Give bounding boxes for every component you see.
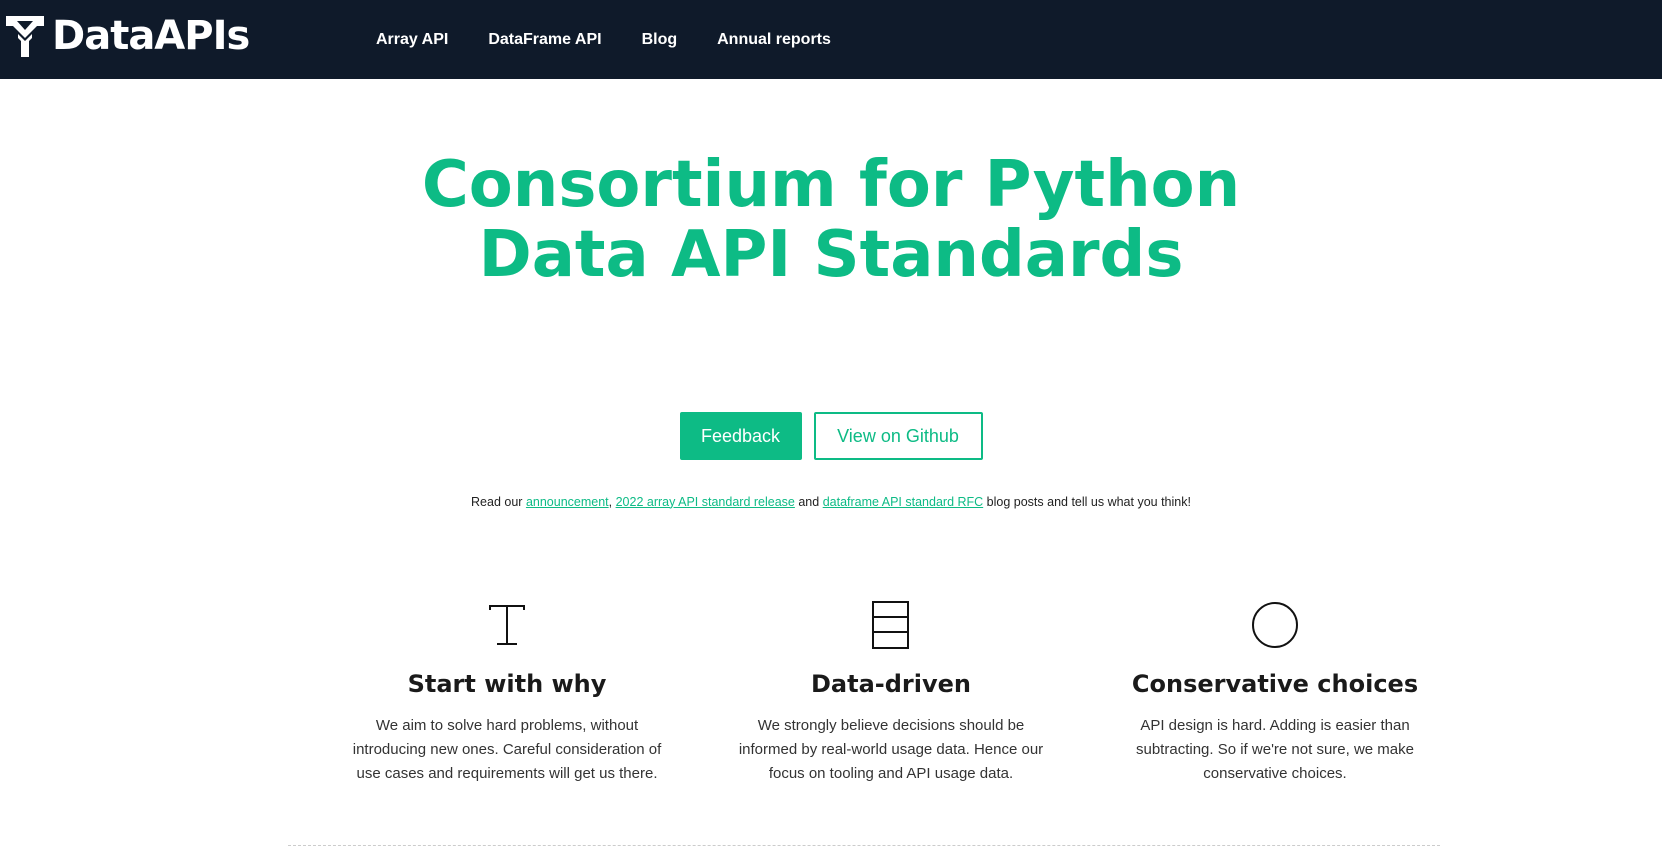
feature-data-driven: Data-driven We strongly believe decision… — [699, 600, 1083, 786]
hero-title: Consortium for Python Data API Standards — [0, 150, 1662, 290]
notice-sep2: and — [794, 494, 823, 509]
view-on-github-button[interactable]: View on Github — [813, 412, 983, 460]
text-cursor-icon — [315, 600, 699, 650]
hero-title-line2: Data API Standards — [478, 218, 1184, 292]
logo-text: DataAPIs — [52, 13, 250, 59]
feature-title: Data-driven — [811, 670, 971, 698]
circle-icon — [1083, 600, 1467, 650]
notice-sep1: , — [608, 494, 616, 509]
hero-title-line1: Consortium for Python — [421, 148, 1241, 222]
dataframe-rfc-link[interactable]: dataframe API standard RFC — [823, 495, 984, 509]
nav-link-array-api[interactable]: Array API — [376, 31, 448, 49]
nav-link-dataframe-api[interactable]: DataFrame API — [488, 31, 601, 49]
top-navbar: DataAPIs Array API DataFrame API Blog An… — [0, 0, 1662, 79]
feature-description: We strongly believe decisions should be … — [738, 717, 1044, 782]
feature-description: API design is hard. Adding is easier tha… — [1136, 717, 1414, 782]
nav-link-annual-reports[interactable]: Annual reports — [717, 31, 831, 49]
site-logo[interactable]: DataAPIs — [4, 12, 250, 60]
feature-start-with-why: Start with why We aim to solve hard prob… — [315, 600, 699, 786]
array-api-release-link[interactable]: 2022 array API standard release — [616, 495, 795, 509]
blog-notice: Read our announcement, 2022 array API st… — [0, 495, 1662, 509]
feature-conservative-choices: Conservative choices API design is hard.… — [1083, 600, 1467, 786]
table-rows-icon — [699, 600, 1083, 650]
feedback-button[interactable]: Feedback — [679, 412, 802, 460]
feature-description: We aim to solve hard problems, without i… — [352, 717, 662, 782]
feature-title: Start with why — [407, 670, 607, 698]
features-section: Start with why We aim to solve hard prob… — [315, 600, 1467, 786]
nav-link-blog[interactable]: Blog — [642, 31, 678, 49]
announcement-link[interactable]: announcement — [526, 495, 609, 509]
notice-prefix: Read our — [471, 494, 526, 509]
hero-buttons: Feedback View on Github — [0, 412, 1662, 460]
dataapis-logo-icon — [6, 16, 44, 57]
notice-suffix: blog posts and tell us what you think! — [983, 494, 1191, 509]
main-nav: Array API DataFrame API Blog Annual repo… — [376, 0, 871, 79]
feature-title: Conservative choices — [1131, 670, 1419, 698]
section-divider — [288, 845, 1440, 846]
